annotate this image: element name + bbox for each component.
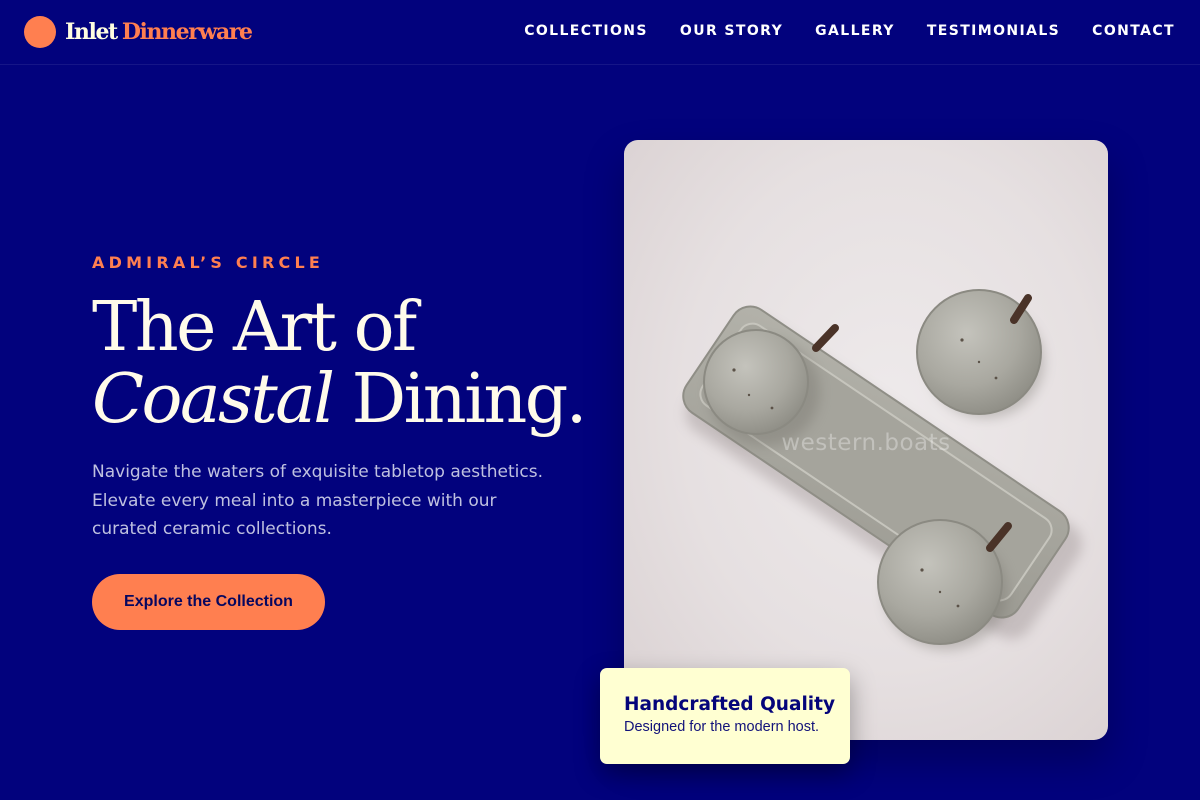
hero-description: Navigate the waters of exquisite tableto… <box>92 462 544 539</box>
logo-circle-icon <box>24 16 56 48</box>
site-header: Inlet Dinnerware COLLECTIONS OUR STORY GA… <box>0 0 1200 65</box>
hero-eyebrow: ADMIRAL’S CIRCLE <box>92 253 325 272</box>
brand-name: Inlet Dinnerware <box>65 15 253 49</box>
nav-link-collections[interactable]: COLLECTIONS <box>524 23 648 39</box>
headline-line-2: Coastal Dining. <box>92 364 587 436</box>
hero-product-image: western.boats <box>624 140 1108 740</box>
brand-logo[interactable]: Inlet Dinnerware <box>24 15 253 49</box>
quality-badge-subtitle: Designed for the modern host. <box>624 719 820 735</box>
nav-link-our-story[interactable]: OUR STORY <box>680 23 783 39</box>
nav-link-testimonials[interactable]: TESTIMONIALS <box>927 23 1060 39</box>
nav-link-contact[interactable]: CONTACT <box>1092 23 1175 39</box>
brand-name-first: Inlet <box>65 19 118 45</box>
headline-italic-word: Coastal <box>92 360 335 439</box>
quality-badge-card: Handcrafted Quality Designed for the mod… <box>600 668 850 764</box>
headline-rest: Dining. <box>351 360 588 439</box>
nav-link-gallery[interactable]: GALLERY <box>815 23 895 39</box>
explore-collection-button[interactable]: Explore the Collection <box>92 574 325 630</box>
hero-headline: The Art of Coastal Dining. <box>92 288 587 436</box>
image-watermark: western.boats <box>781 430 951 456</box>
quality-badge-title: Handcrafted Quality <box>624 694 836 715</box>
main-nav: COLLECTIONS OUR STORY GALLERY TESTIMONIA… <box>492 0 1175 62</box>
headline-line-1: The Art of <box>92 288 417 367</box>
brand-name-second: Dinnerware <box>121 19 253 45</box>
